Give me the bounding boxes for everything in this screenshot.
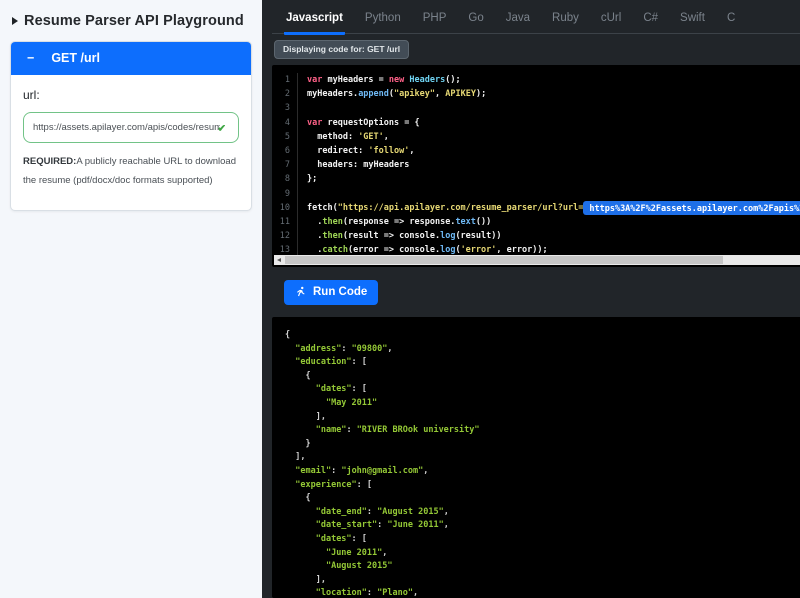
run-code-button[interactable]: Run Code	[284, 280, 378, 305]
response-output-panel: { "address": "09800", "education": [ { "…	[272, 317, 800, 598]
output-line: "education": [	[285, 356, 800, 370]
output-line: {	[285, 370, 800, 384]
endpoint-card-header[interactable]: − GET /url	[11, 42, 251, 75]
output-line: "dates": [	[285, 533, 800, 547]
endpoint-card: − GET /url url: ✔ REQUIRED:A publicly re…	[10, 41, 252, 211]
code-line: 8};	[272, 172, 800, 186]
required-label: REQUIRED:	[23, 156, 76, 167]
output-line: "dates": [	[285, 383, 800, 397]
output-line: "location": "Plano",	[285, 587, 800, 598]
code-panel: 1var myHeaders = new Headers();2myHeader…	[272, 65, 800, 267]
output-line: "August 2015"	[285, 560, 800, 574]
scroll-left-arrow-icon[interactable]	[277, 258, 281, 262]
tab-go[interactable]: Go	[466, 6, 485, 33]
code-line: 9	[272, 187, 800, 201]
output-line: }	[285, 438, 800, 452]
line-number: 10	[272, 201, 298, 215]
tab-java[interactable]: Java	[504, 6, 532, 33]
tab-javascript[interactable]: Javascript	[284, 6, 345, 35]
output-line: ],	[285, 451, 800, 465]
page-title-row: Resume Parser API Playground	[0, 0, 262, 40]
collapse-caret-icon[interactable]	[12, 17, 18, 25]
code-line: 4var requestOptions = {	[272, 116, 800, 130]
output-line: "date_start": "June 2011",	[285, 519, 800, 533]
url-input-wrap: ✔	[23, 112, 239, 143]
line-number: 2	[272, 87, 298, 101]
tab-python[interactable]: Python	[363, 6, 403, 33]
output-line: ],	[285, 574, 800, 588]
displaying-code-badge: Displaying code for: GET /url	[274, 40, 409, 59]
output-line: "June 2011",	[285, 547, 800, 561]
output-line: "address": "09800",	[285, 343, 800, 357]
tab-swift[interactable]: Swift	[678, 6, 707, 33]
code-line: 12 .then(result => console.log(result))	[272, 229, 800, 243]
line-number: 8	[272, 172, 298, 186]
code-line: 3	[272, 101, 800, 115]
line-number: 7	[272, 158, 298, 172]
output-line: "name": "RIVER BROok university"	[285, 424, 800, 438]
output-line: "experience": [	[285, 479, 800, 493]
tab-curl[interactable]: cUrl	[599, 6, 623, 33]
line-number: 11	[272, 215, 298, 229]
line-number: 6	[272, 144, 298, 158]
code-horizontal-scrollbar[interactable]	[274, 255, 800, 265]
endpoint-label: GET /url	[51, 51, 100, 65]
line-number: 3	[272, 101, 298, 115]
left-panel: Resume Parser API Playground − GET /url …	[0, 0, 262, 598]
run-row: Run Code	[272, 267, 800, 317]
language-tabs: Javascript Python PHP Go Java Ruby cUrl C# Swift…	[272, 6, 800, 34]
page-title: Resume Parser API Playground	[24, 13, 244, 29]
line-number: 5	[272, 130, 298, 144]
run-code-label: Run Code	[313, 286, 367, 298]
url-help-text: REQUIRED:A publicly reachable URL to dow…	[23, 152, 239, 190]
url-input[interactable]	[23, 112, 239, 143]
url-field-label: url:	[23, 88, 239, 102]
code-line: 2myHeaders.append("apikey", APIKEY);	[272, 87, 800, 101]
language-tabbar: Javascript Python PHP Go Java Ruby cUrl C# Swift…	[272, 6, 800, 34]
tab-ruby[interactable]: Ruby	[550, 6, 581, 33]
code-line: 10fetch("https://api.apilayer.com/resume…	[272, 201, 800, 215]
line-number: 1	[272, 73, 298, 87]
tab-c[interactable]: C#	[641, 6, 660, 33]
horizontal-scroll-thumb[interactable]	[285, 256, 723, 264]
line-number: 4	[272, 116, 298, 130]
right-panel: Javascript Python PHP Go Java Ruby cUrl C# Swift…	[262, 0, 800, 598]
code-line: 6 redirect: 'follow',	[272, 144, 800, 158]
output-line: "May 2011"	[285, 397, 800, 411]
output-line: "email": "john@gmail.com",	[285, 465, 800, 479]
output-lines: { "address": "09800", "education": [ { "…	[272, 317, 800, 598]
output-line: "date_end": "August 2015",	[285, 506, 800, 520]
collapse-minus-icon[interactable]: −	[27, 51, 34, 65]
code-line: 7 headers: myHeaders	[272, 158, 800, 172]
runner-icon	[295, 286, 307, 298]
endpoint-card-body: url: ✔ REQUIRED:A publicly reachable URL…	[11, 75, 251, 210]
output-line: ],	[285, 411, 800, 425]
output-line: {	[285, 329, 800, 343]
valid-check-icon: ✔	[218, 123, 226, 134]
tab-php[interactable]: PHP	[421, 6, 449, 33]
tab-c[interactable]: C	[725, 6, 737, 33]
encoded-url-selection[interactable]: https%3A%2F%2Fassets.apilayer.com%2Fapis…	[583, 201, 800, 215]
code-line: 5 method: 'GET',	[272, 130, 800, 144]
line-number: 9	[272, 187, 298, 201]
code-line: 1var myHeaders = new Headers();	[272, 73, 800, 87]
code-lines: 1var myHeaders = new Headers();2myHeader…	[272, 65, 800, 257]
line-number: 12	[272, 229, 298, 243]
output-line: {	[285, 492, 800, 506]
code-line: 11 .then(response => response.text())	[272, 215, 800, 229]
